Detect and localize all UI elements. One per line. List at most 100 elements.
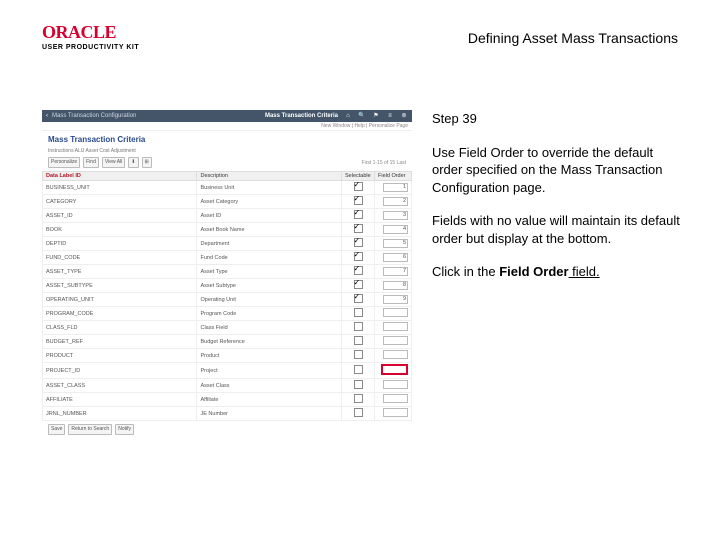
cell-field-order[interactable] xyxy=(375,335,412,349)
checkbox-icon[interactable] xyxy=(354,280,363,289)
cell-selectable[interactable] xyxy=(342,181,375,195)
cell-field-order[interactable]: 3 xyxy=(375,209,412,223)
cell-field-order[interactable]: 2 xyxy=(375,195,412,209)
field-order-input[interactable]: 9 xyxy=(383,295,408,304)
field-order-input[interactable]: 8 xyxy=(383,281,408,290)
field-order-input[interactable] xyxy=(383,380,408,389)
checkbox-icon[interactable] xyxy=(354,408,363,417)
cell-field-order[interactable]: 6 xyxy=(375,251,412,265)
cell-selectable[interactable] xyxy=(342,393,375,407)
cell-field-order[interactable] xyxy=(375,379,412,393)
cell-selectable[interactable] xyxy=(342,349,375,363)
cell-field-order[interactable]: 7 xyxy=(375,265,412,279)
home-icon[interactable]: ⌂ xyxy=(344,110,352,122)
checkbox-icon[interactable] xyxy=(354,380,363,389)
cell-selectable[interactable] xyxy=(342,209,375,223)
logo-subtitle: USER PRODUCTIVITY KIT xyxy=(42,44,139,51)
cell-field-order[interactable] xyxy=(375,321,412,335)
viewall-button[interactable]: View All xyxy=(102,157,125,168)
field-order-input[interactable]: 1 xyxy=(383,183,408,192)
field-order-input[interactable]: 7 xyxy=(383,267,408,276)
checkbox-icon[interactable] xyxy=(354,238,363,247)
cell-selectable[interactable] xyxy=(342,279,375,293)
search-icon[interactable]: 🔍 xyxy=(358,110,366,122)
field-order-input[interactable]: 2 xyxy=(383,197,408,206)
field-order-input[interactable] xyxy=(383,322,408,331)
checkbox-icon[interactable] xyxy=(354,322,363,331)
checkbox-icon[interactable] xyxy=(354,252,363,261)
cell-selectable[interactable] xyxy=(342,321,375,335)
checkbox-icon[interactable] xyxy=(354,224,363,233)
field-order-input[interactable] xyxy=(383,308,408,317)
field-order-input[interactable] xyxy=(383,350,408,359)
cell-field-order[interactable]: 5 xyxy=(375,237,412,251)
cell-selectable[interactable] xyxy=(342,237,375,251)
cell-selectable[interactable] xyxy=(342,407,375,421)
cell-id: PROGRAM_CODE xyxy=(43,307,197,321)
cell-field-order[interactable] xyxy=(375,393,412,407)
checkbox-icon[interactable] xyxy=(354,196,363,205)
cell-field-order[interactable] xyxy=(375,363,412,379)
cell-id: ASSET_SUBTYPE xyxy=(43,279,197,293)
excel-icon[interactable]: ⊞ xyxy=(142,157,152,168)
cell-desc: Asset ID xyxy=(197,209,342,223)
save-button[interactable]: Save xyxy=(48,424,65,435)
cell-field-order[interactable] xyxy=(375,307,412,321)
menu-icon[interactable]: ≡ xyxy=(386,110,394,122)
cell-selectable[interactable] xyxy=(342,335,375,349)
checkbox-icon[interactable] xyxy=(354,210,363,219)
cell-selectable[interactable] xyxy=(342,195,375,209)
cell-id: CLASS_FLD xyxy=(43,321,197,335)
notify-button[interactable]: Notify xyxy=(115,424,134,435)
cell-selectable[interactable] xyxy=(342,293,375,307)
cell-desc: Program Code xyxy=(197,307,342,321)
cell-desc: Asset Class xyxy=(197,379,342,393)
cell-selectable[interactable] xyxy=(342,265,375,279)
checkbox-icon[interactable] xyxy=(354,308,363,317)
field-order-input[interactable] xyxy=(383,394,408,403)
cell-field-order[interactable]: 9 xyxy=(375,293,412,307)
cell-desc: Asset Category xyxy=(197,195,342,209)
field-order-input[interactable] xyxy=(383,336,408,345)
field-order-input[interactable] xyxy=(383,408,408,417)
cell-selectable[interactable] xyxy=(342,251,375,265)
checkbox-icon[interactable] xyxy=(354,182,363,191)
return-button[interactable]: Return to Search xyxy=(68,424,112,435)
cell-field-order[interactable]: 8 xyxy=(375,279,412,293)
find-button[interactable]: Find xyxy=(83,157,99,168)
field-order-input[interactable]: 5 xyxy=(383,239,408,248)
table-row: PRODUCTProduct xyxy=(43,349,412,363)
logo-text: ORACLE xyxy=(42,22,116,42)
cell-selectable[interactable] xyxy=(342,363,375,379)
checkbox-icon[interactable] xyxy=(354,350,363,359)
back-icon[interactable]: ‹ xyxy=(46,110,48,122)
personalize-button[interactable]: Personalize xyxy=(48,157,80,168)
flag-icon[interactable]: ⚑ xyxy=(372,110,380,122)
checkbox-icon[interactable] xyxy=(354,365,363,374)
cell-field-order[interactable] xyxy=(375,407,412,421)
cell-selectable[interactable] xyxy=(342,307,375,321)
field-order-input[interactable] xyxy=(381,364,408,375)
cell-field-order[interactable] xyxy=(375,349,412,363)
download-icon[interactable]: ⬇ xyxy=(128,157,138,168)
checkbox-icon[interactable] xyxy=(354,394,363,403)
cell-field-order[interactable]: 1 xyxy=(375,181,412,195)
page-subinfo: Instructions ALU Asset Cost Adjustment xyxy=(42,148,412,157)
cell-field-order[interactable]: 4 xyxy=(375,223,412,237)
gear-icon[interactable]: ⊚ xyxy=(400,110,408,122)
cell-desc: Affiliate xyxy=(197,393,342,407)
checkbox-icon[interactable] xyxy=(354,266,363,275)
col-description[interactable]: Description xyxy=(197,172,342,181)
breadcrumb-prev[interactable]: Mass Transaction Configuration xyxy=(52,110,235,122)
checkbox-icon[interactable] xyxy=(354,294,363,303)
field-order-input[interactable]: 4 xyxy=(383,225,408,234)
col-data-label[interactable]: Data Label ID xyxy=(43,172,197,181)
col-field-order[interactable]: Field Order xyxy=(375,172,412,181)
field-order-input[interactable]: 6 xyxy=(383,253,408,262)
field-order-input[interactable]: 3 xyxy=(383,211,408,220)
checkbox-icon[interactable] xyxy=(354,336,363,345)
cell-desc: Business Unit xyxy=(197,181,342,195)
cell-selectable[interactable] xyxy=(342,379,375,393)
page-meta-links[interactable]: New Window | Help | Personalize Page xyxy=(42,122,412,131)
cell-selectable[interactable] xyxy=(342,223,375,237)
